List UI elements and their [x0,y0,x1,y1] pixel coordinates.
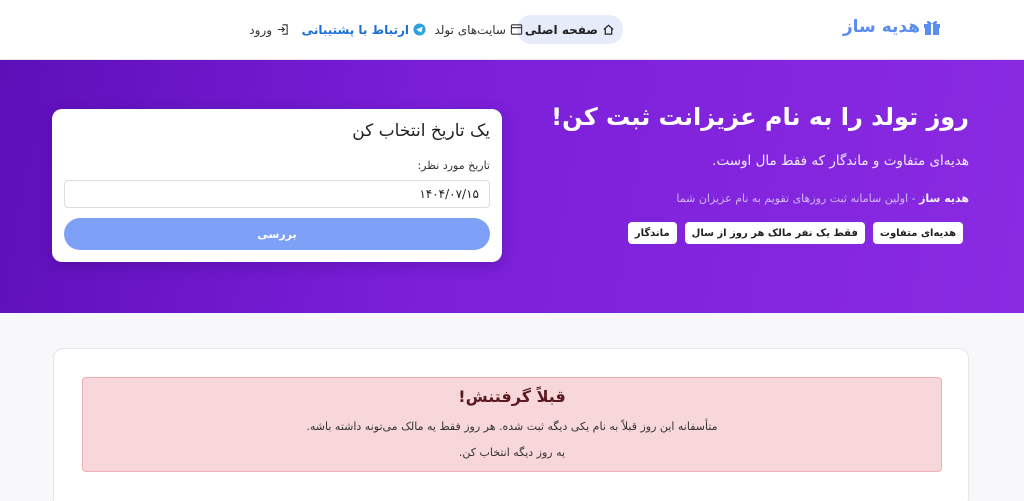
hero-note-brand: هدیه ساز [919,192,969,205]
result-panel: قبلاً گرفتنش! متأسفانه این روز قبلاً به … [53,348,969,501]
brand-logo[interactable]: هدیه ساز [843,17,942,37]
navbar: هدیه ساز صفحه اصلی سایت‌های تولد ارتباط … [0,0,1024,60]
nav-support-label: ارتباط با پشتیبانی [301,22,409,37]
window-icon [510,24,523,35]
nav-home[interactable]: صفحه اصلی [516,15,623,44]
nav-home-label: صفحه اصلی [524,22,598,37]
date-picker-card: یک تاریخ انتخاب کن تاریخ مورد نظر: بررسی [52,109,502,262]
date-card-title: یک تاریخ انتخاب کن [352,121,490,141]
brand-name: هدیه ساز [842,17,920,37]
date-input[interactable] [64,180,490,208]
nav-login-label: ورود [249,22,272,37]
hero-title: روز تولد را به نام عزیزانت ثبت کن! [551,103,969,131]
feature-chips: هدیه‌ای متفاوت فقط یک نفر مالک هر روز از… [627,222,963,244]
date-label: تاریخ مورد نظر: [417,159,490,172]
chip-unique-gift: هدیه‌ای متفاوت [872,222,963,244]
chip-single-owner: فقط یک نفر مالک هر روز از سال [684,222,865,244]
telegram-icon [413,23,426,36]
alert-title: قبلاً گرفتنش! [458,387,566,406]
gift-icon [924,20,940,35]
nav-birthday-sites-label: سایت‌های تولد [434,22,506,37]
alert-message: متأسفانه این روز قبلاً به نام یکی دیگه ث… [306,420,718,433]
check-button[interactable]: بررسی [64,218,490,250]
login-icon [277,24,288,35]
hero-note: هدیه ساز - اولین سامانه ثبت روزهای تقویم… [676,192,969,205]
home-icon [603,24,614,35]
chip-lasting: ماندگار [627,222,677,244]
nav-login[interactable]: ورود [241,15,297,44]
hero-subtitle: هدیه‌ای متفاوت و ماندگار که فقط مال اوست… [712,153,969,169]
taken-alert: قبلاً گرفتنش! متأسفانه این روز قبلاً به … [82,377,942,472]
nav-birthday-sites[interactable]: سایت‌های تولد [426,15,531,44]
nav-support[interactable]: ارتباط با پشتیبانی [294,15,434,44]
hero-note-text: - اولین سامانه ثبت روزهای تقویم به نام ع… [676,192,920,205]
alert-hint: یه روز دیگه انتخاب کن. [458,446,566,459]
